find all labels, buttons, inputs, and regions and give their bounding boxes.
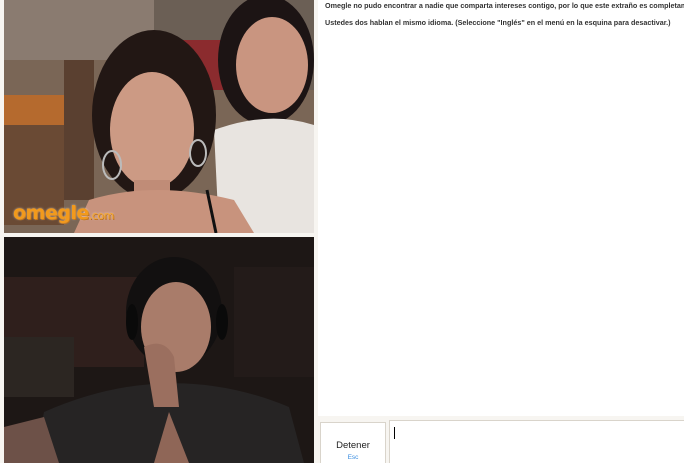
- logo-suffix: .com: [88, 209, 115, 222]
- chat-log: Omegle no pudo encontrar a nadie que com…: [318, 0, 684, 416]
- status-message-interests: Omegle no pudo encontrar a nadie que com…: [325, 1, 684, 10]
- stop-button-label: Detener: [336, 440, 370, 451]
- message-input[interactable]: [389, 420, 684, 463]
- status-message-language: Ustedes dos hablan el mismo idioma. (Sel…: [325, 18, 671, 27]
- text-caret: [394, 427, 395, 439]
- omegle-logo: omegle.com: [13, 202, 114, 224]
- chat-controls: Detener Esc: [318, 416, 684, 463]
- stop-shortcut-hint: Esc: [347, 454, 359, 461]
- stranger-video: omegle.com: [4, 0, 314, 233]
- stop-button[interactable]: Detener Esc: [320, 422, 386, 463]
- stranger-video-frame: [4, 0, 314, 233]
- self-video: [4, 237, 314, 463]
- logo-text: omegle: [13, 202, 89, 224]
- self-video-frame: [4, 237, 314, 463]
